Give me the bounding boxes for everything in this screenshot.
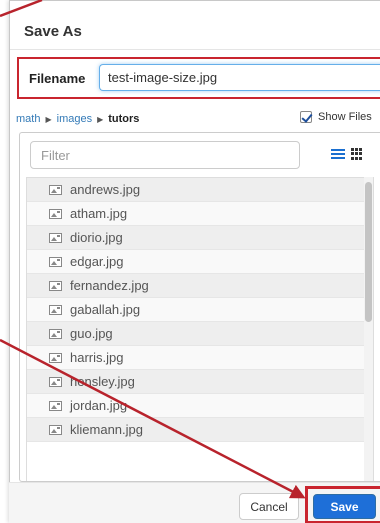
filename-label: Filename <box>29 71 86 86</box>
cancel-button[interactable]: Cancel <box>239 493 299 520</box>
save-button-highlight: Save <box>305 486 380 523</box>
file-name: kliemann.jpg <box>70 422 143 437</box>
image-file-icon <box>49 424 62 435</box>
filename-row: Filename <box>17 57 380 99</box>
image-file-icon <box>49 280 62 291</box>
image-file-icon <box>49 304 62 315</box>
filter-input[interactable] <box>30 141 300 169</box>
breadcrumb-current: tutors <box>108 113 140 125</box>
file-row[interactable]: fernandez.jpg <box>27 274 373 298</box>
image-file-icon <box>49 208 62 219</box>
file-row[interactable]: andrews.jpg <box>27 178 373 202</box>
file-row[interactable]: edgar.jpg <box>27 250 373 274</box>
image-file-icon <box>49 328 62 339</box>
file-name: guo.jpg <box>70 326 113 341</box>
list-view-icon[interactable] <box>331 149 345 160</box>
dialog-footer: Cancel Save <box>9 482 380 523</box>
file-list: andrews.jpg atham.jpg diorio.jpg edgar.jpg f… <box>26 177 374 481</box>
dialog-title: Save As <box>24 23 82 40</box>
breadcrumb: math ▶ images ▶ tutors <box>16 113 139 125</box>
file-row[interactable]: hensley.jpg <box>27 370 373 394</box>
file-row[interactable]: guo.jpg <box>27 322 373 346</box>
file-row[interactable]: gaballah.jpg <box>27 298 373 322</box>
show-files-toggle[interactable]: Show Files <box>300 111 372 123</box>
file-row[interactable]: diorio.jpg <box>27 226 373 250</box>
breadcrumb-item-math[interactable]: math <box>16 113 40 125</box>
file-row[interactable]: harris.jpg <box>27 346 373 370</box>
show-files-checkbox[interactable] <box>300 111 312 123</box>
breadcrumb-item-images[interactable]: images <box>57 113 92 125</box>
file-browser-panel: andrews.jpg atham.jpg diorio.jpg edgar.jpg f… <box>19 132 380 482</box>
filename-input[interactable] <box>99 64 380 91</box>
file-list-scrollbar[interactable] <box>364 177 373 481</box>
image-file-icon <box>49 352 62 363</box>
file-name: atham.jpg <box>70 206 128 221</box>
file-name: andrews.jpg <box>70 182 141 197</box>
save-button[interactable]: Save <box>313 494 376 519</box>
scrollbar-thumb[interactable] <box>365 182 372 322</box>
file-row[interactable]: kliemann.jpg <box>27 418 373 442</box>
file-name: gaballah.jpg <box>70 302 141 317</box>
file-name: diorio.jpg <box>70 230 123 245</box>
file-name: edgar.jpg <box>70 254 124 269</box>
breadcrumb-separator-icon: ▶ <box>45 114 52 124</box>
file-name: harris.jpg <box>70 350 124 365</box>
file-name: fernandez.jpg <box>70 278 149 293</box>
image-file-icon <box>49 400 62 411</box>
file-name: hensley.jpg <box>70 374 135 389</box>
breadcrumb-separator-icon: ▶ <box>97 114 104 124</box>
show-files-label: Show Files <box>318 111 372 123</box>
file-name: jordan.jpg <box>70 398 128 413</box>
file-row[interactable]: jordan.jpg <box>27 394 373 418</box>
image-file-icon <box>49 184 62 195</box>
header-divider <box>10 49 380 50</box>
image-file-icon <box>49 376 62 387</box>
file-row[interactable]: atham.jpg <box>27 202 373 226</box>
image-file-icon <box>49 256 62 267</box>
image-file-icon <box>49 232 62 243</box>
grid-view-icon[interactable] <box>351 148 363 160</box>
